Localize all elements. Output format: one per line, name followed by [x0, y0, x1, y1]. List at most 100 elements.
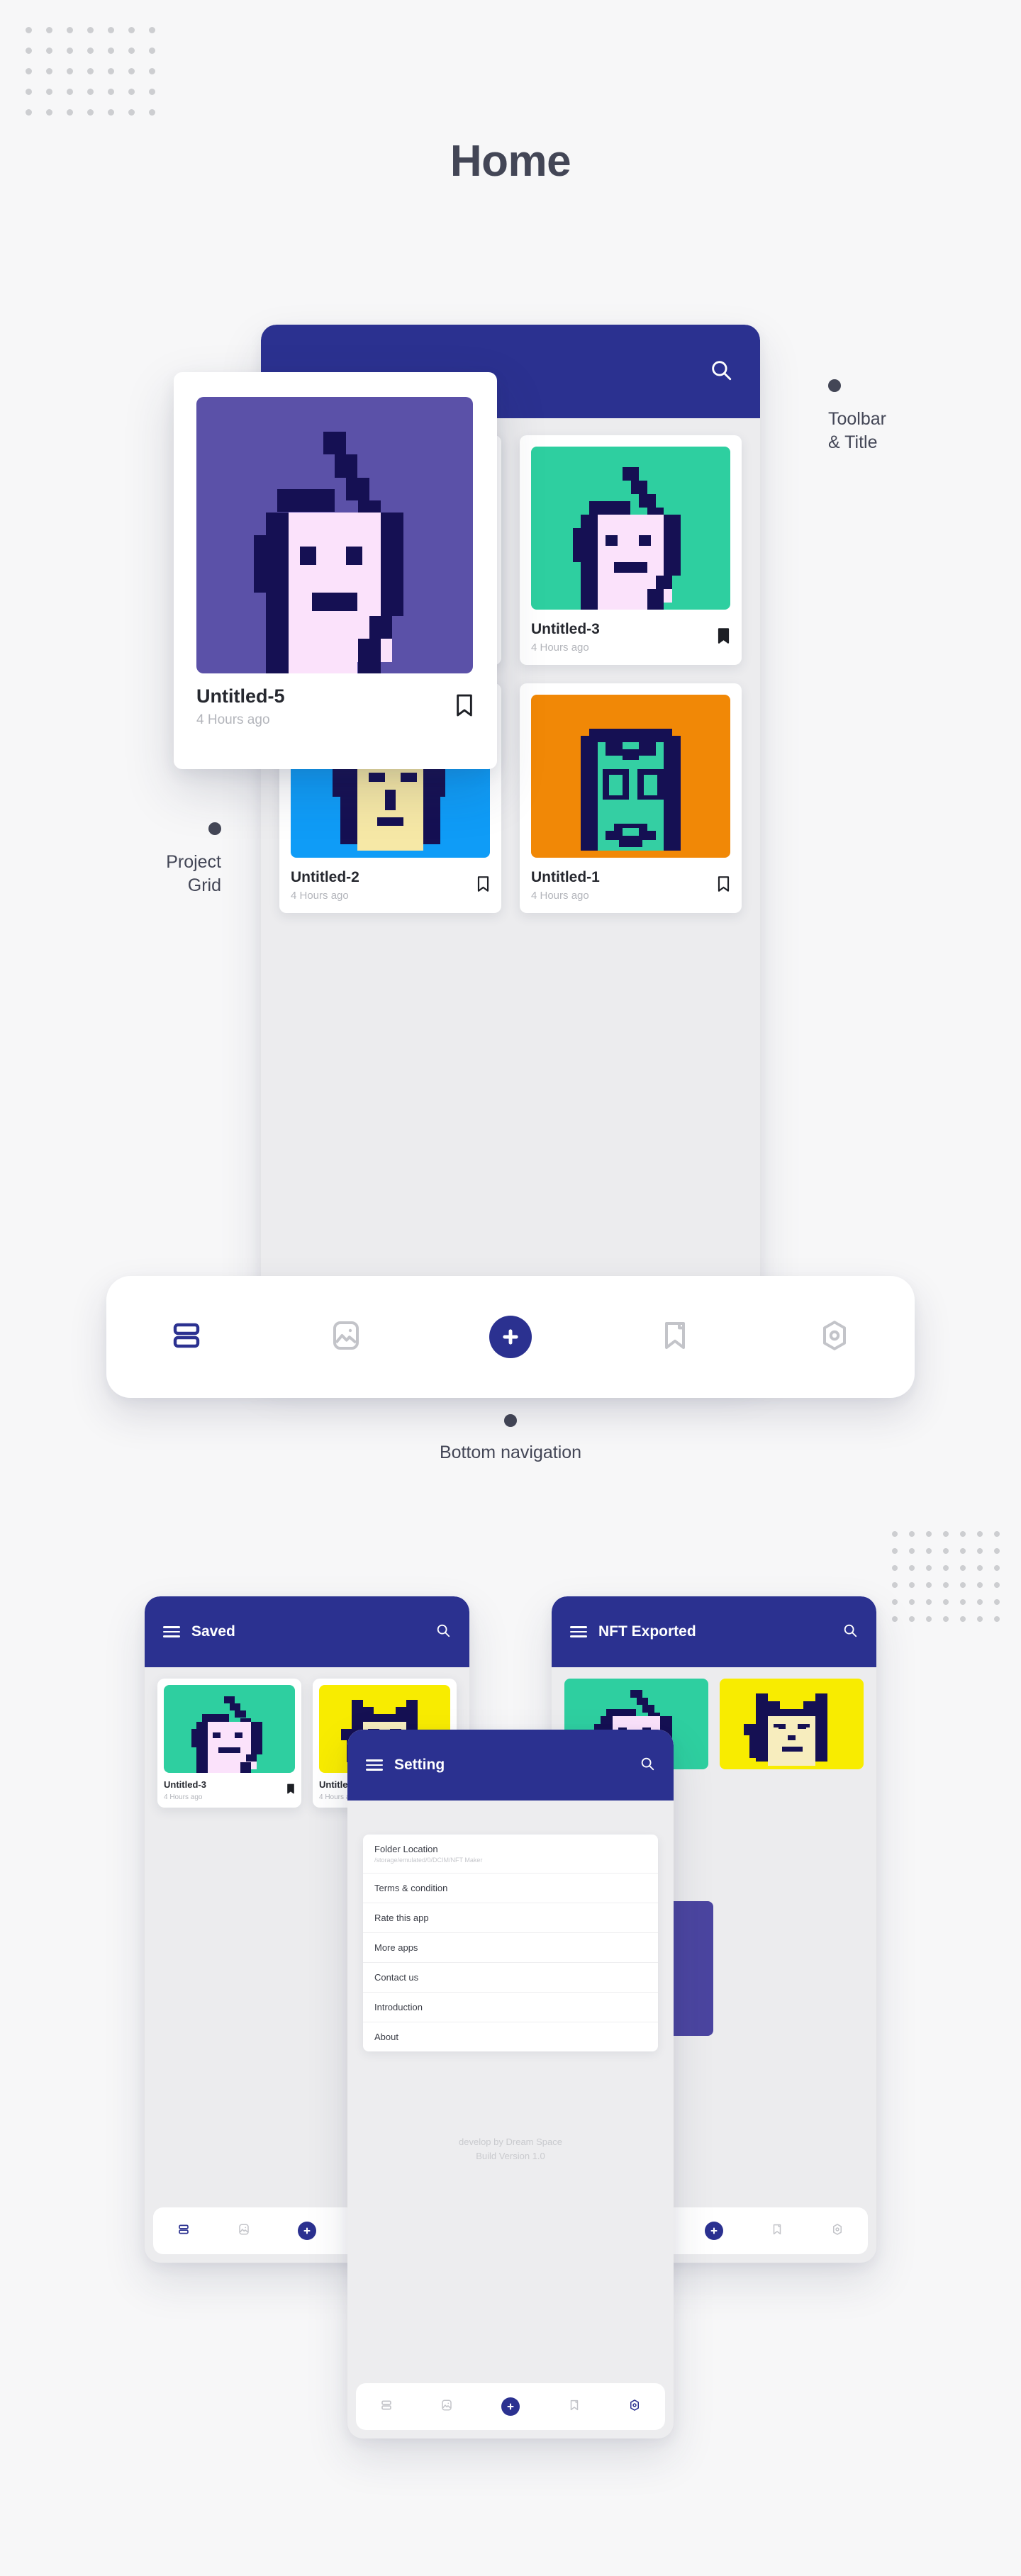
callout-grid-line1: Project — [166, 852, 221, 872]
nav-item-saved[interactable] — [658, 1318, 692, 1356]
settings-menu-list[interactable]: Folder Location/storage/emulated/0/DCIM/… — [363, 1835, 658, 2051]
exported-thumbnail[interactable] — [720, 1679, 864, 1769]
settings-row[interactable]: Folder Location/storage/emulated/0/DCIM/… — [363, 1835, 658, 1874]
callout-bottom-navigation: Bottom navigation — [298, 1414, 723, 1465]
settings-footer-developer: develop by Dream Space — [459, 2137, 562, 2147]
nav-item-saved[interactable] — [568, 2399, 581, 2415]
pixel-avatar-alien — [531, 695, 730, 858]
project-card[interactable]: Untitled-3 4 Hours ago — [157, 1679, 301, 1808]
callout-dot — [504, 1414, 517, 1427]
settings-row[interactable]: Introduction — [363, 1993, 658, 2022]
hamburger-icon[interactable] — [570, 1626, 587, 1637]
project-card-title: Untitled-3 — [164, 1779, 206, 1790]
setting-bottom-nav[interactable] — [356, 2383, 665, 2430]
bookmark-icon[interactable] — [717, 875, 730, 896]
project-card[interactable]: Untitled-1 4 Hours ago — [520, 683, 742, 913]
search-icon[interactable] — [709, 358, 733, 386]
project-card-title: Untitled-1 — [531, 869, 600, 885]
pixel-avatar-punk — [164, 1685, 295, 1773]
create-fab[interactable] — [501, 2397, 520, 2416]
project-card-timestamp: 4 Hours ago — [531, 642, 589, 654]
grid-list-icon[interactable] — [380, 2399, 393, 2415]
settings-row-label: About — [374, 2032, 398, 2042]
settings-row-label: More apps — [374, 1942, 418, 1953]
project-card-meta: Untitled-1 4 Hours ago — [531, 869, 730, 902]
bookmark-icon[interactable] — [454, 693, 474, 721]
hamburger-icon[interactable] — [163, 1626, 180, 1637]
callout-toolbar: Toolbar & Title — [828, 379, 886, 454]
pixel-avatar-cat — [720, 1679, 864, 1769]
search-icon[interactable] — [640, 1756, 655, 1775]
settings-row[interactable]: More apps — [363, 1933, 658, 1963]
image-icon[interactable] — [440, 2399, 453, 2415]
bookmark-icon[interactable] — [717, 627, 730, 648]
nav-item-create[interactable] — [489, 1316, 532, 1358]
hamburger-icon[interactable] — [366, 1759, 383, 1771]
settings-row-label: Folder Location — [374, 1844, 438, 1854]
create-fab[interactable] — [297, 2222, 316, 2240]
nav-item-settings[interactable] — [831, 2223, 844, 2239]
settings-footer: develop by Dream Space Build Version 1.0 — [347, 2135, 674, 2163]
hex-gear-icon[interactable] — [831, 2223, 844, 2239]
nav-item-create[interactable] — [704, 2222, 723, 2240]
settings-row[interactable]: Contact us — [363, 1963, 658, 1993]
exported-appbar-title: NFT Exported — [598, 1623, 696, 1640]
saved-appbar: Saved — [145, 1596, 469, 1667]
nav-item-settings[interactable] — [628, 2399, 641, 2415]
nav-item-gallery[interactable] — [238, 2223, 250, 2239]
settings-row-label: Introduction — [374, 2002, 423, 2012]
featured-card-thumbnail — [196, 397, 473, 673]
project-card-thumbnail — [531, 447, 730, 610]
project-card-meta: Untitled-3 4 Hours ago — [164, 1779, 295, 1801]
featured-card-meta: Untitled-5 4 Hours ago — [196, 685, 474, 728]
exported-appbar: NFT Exported — [552, 1596, 876, 1667]
floating-bottom-nav[interactable] — [106, 1276, 915, 1398]
settings-row-label: Terms & condition — [374, 1883, 448, 1893]
project-card-timestamp: 4 Hours ago — [164, 1793, 203, 1801]
settings-row-subtitle: /storage/emulated/0/DCIM/NFT Maker — [374, 1857, 483, 1864]
dot-grid-top-left — [26, 27, 160, 121]
settings-row[interactable]: About — [363, 2022, 658, 2051]
setting-phone-mockup: Setting Folder Location/storage/emulated… — [347, 1730, 674, 2438]
featured-project-card[interactable]: Untitled-5 4 Hours ago — [174, 372, 497, 769]
setting-appbar: Setting — [347, 1730, 674, 1801]
nav-item-saved[interactable] — [771, 2223, 783, 2239]
nav-item-grid[interactable] — [177, 2223, 190, 2239]
saved-appbar-title: Saved — [191, 1623, 235, 1640]
create-fab[interactable] — [489, 1316, 532, 1358]
settings-row[interactable]: Rate this app — [363, 1903, 658, 1933]
search-icon[interactable] — [435, 1623, 451, 1642]
image-icon[interactable] — [238, 2223, 250, 2239]
create-fab[interactable] — [704, 2222, 723, 2240]
nav-item-create[interactable] — [297, 2222, 316, 2240]
grid-list-icon[interactable] — [169, 1323, 203, 1355]
nav-item-settings[interactable] — [818, 1318, 852, 1356]
hex-gear-icon[interactable] — [628, 2399, 641, 2415]
nav-item-grid[interactable] — [380, 2399, 393, 2415]
page-title: Home — [450, 137, 571, 186]
bookmark-icon[interactable] — [568, 2399, 581, 2415]
bookmark-icon[interactable] — [476, 875, 490, 896]
bookmark-icon[interactable] — [658, 1321, 692, 1355]
bookmark-icon[interactable] — [286, 1783, 295, 1798]
project-card-title: Untitled-3 — [531, 621, 600, 637]
grid-list-icon[interactable] — [177, 2223, 190, 2239]
search-icon[interactable] — [842, 1623, 858, 1642]
project-card[interactable]: Untitled-3 4 Hours ago — [520, 435, 742, 665]
callout-toolbar-line2: & Title — [828, 432, 878, 452]
bookmark-icon[interactable] — [771, 2223, 783, 2239]
project-card-meta: Untitled-3 4 Hours ago — [531, 621, 730, 654]
callout-grid-line2: Grid — [187, 875, 221, 895]
nav-item-create[interactable] — [501, 2397, 520, 2416]
nav-item-gallery[interactable] — [329, 1318, 363, 1356]
callout-dot — [828, 379, 841, 392]
settings-row[interactable]: Terms & condition — [363, 1874, 658, 1903]
image-icon[interactable] — [329, 1321, 363, 1355]
project-card-timestamp: 4 Hours ago — [531, 890, 589, 902]
settings-footer-version: Build Version 1.0 — [476, 2150, 545, 2161]
hex-gear-icon[interactable] — [818, 1320, 852, 1355]
poster-canvas: Home Toolbar & Title Project Grid Bottom… — [0, 0, 1021, 2576]
nav-item-gallery[interactable] — [440, 2399, 453, 2415]
nav-item-grid[interactable] — [169, 1318, 203, 1356]
setting-appbar-title: Setting — [394, 1757, 445, 1773]
